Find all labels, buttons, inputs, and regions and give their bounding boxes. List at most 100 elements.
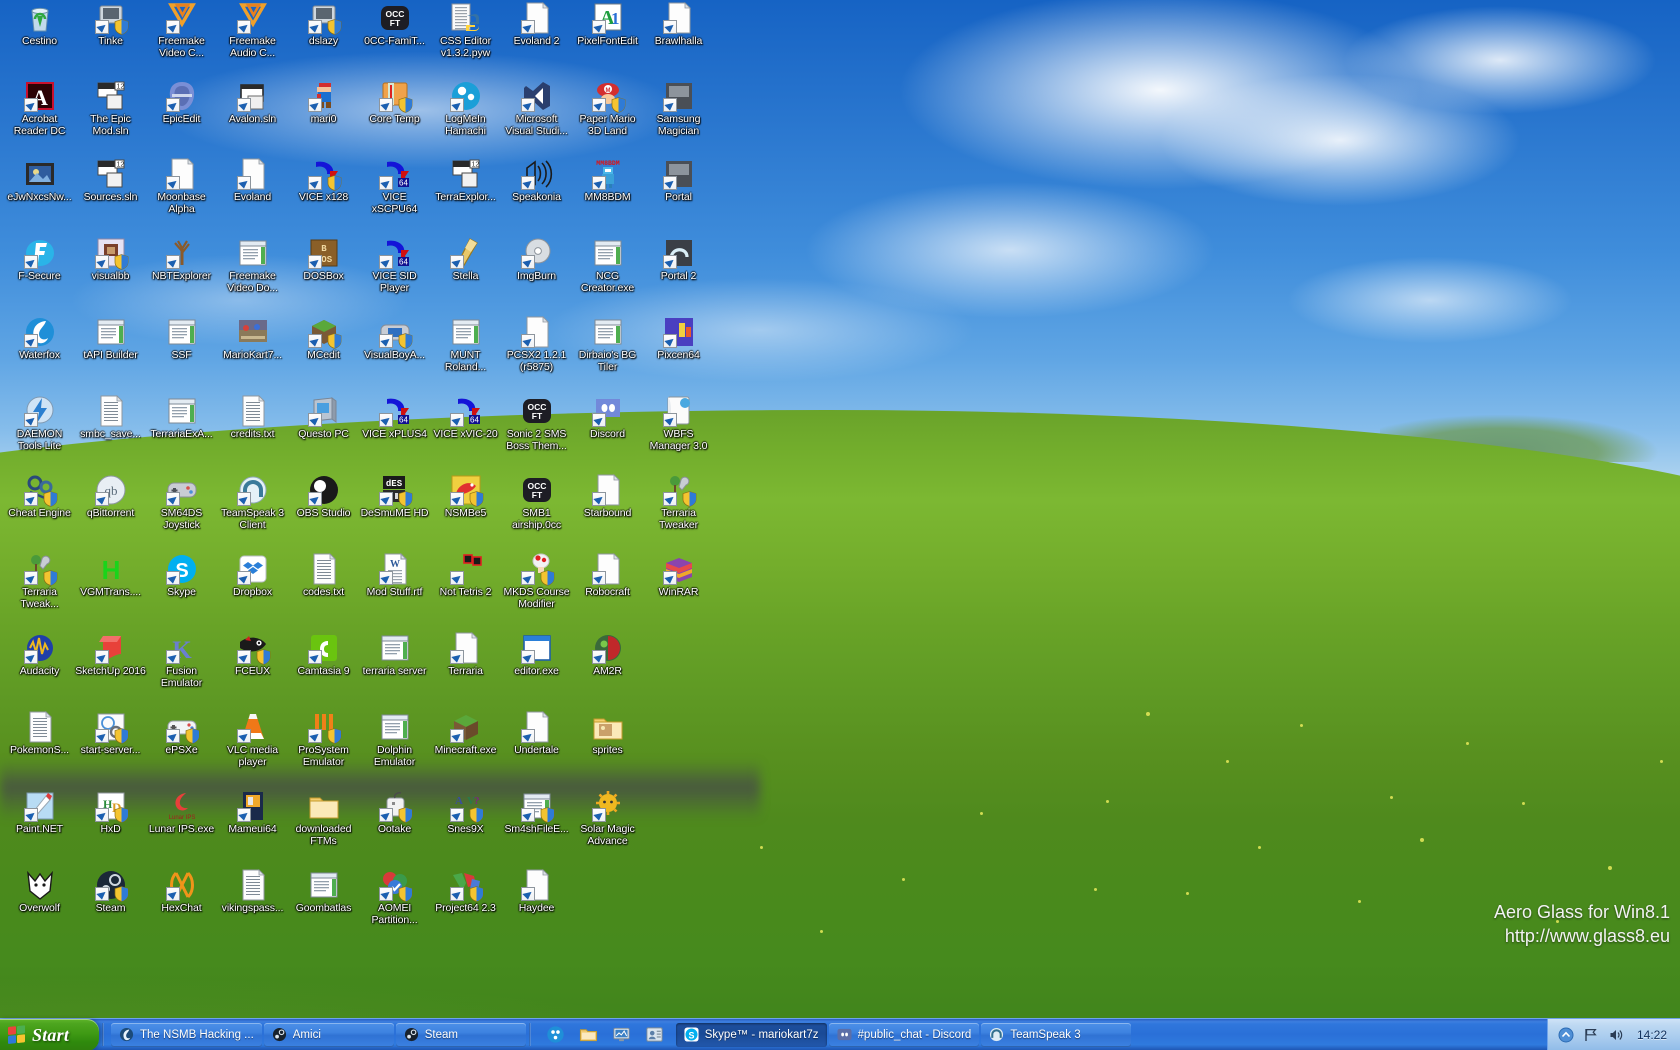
desktop-icon[interactable]: Lunar IPSLunar IPS.exe [146,790,217,836]
desktop-icon[interactable]: Samsung Magician [643,80,714,137]
desktop-icon[interactable]: dslazy [288,2,359,48]
desktop-icon[interactable]: Freemake Audio C... [217,2,288,59]
desktop-icon[interactable]: VisualBoyA... [359,316,430,362]
desktop-icon[interactable]: Waterfox [4,316,75,362]
desktop-icon[interactable]: 64VICE xSCPU64 [359,158,430,215]
desktop-icon[interactable]: DAEMON Tools Lite [4,395,75,452]
desktop-icon[interactable]: SSF [146,316,217,362]
desktop-icon[interactable]: Overwolf [4,869,75,915]
desktop-icon[interactable]: AV?Snes9X [430,790,501,836]
desktop-icon[interactable]: Dolphin Emulator [359,711,430,768]
desktop-icon[interactable]: mari0 [288,80,359,126]
desktop-icon[interactable]: visualbb [75,237,146,283]
desktop-icon[interactable]: MPaper Mario 3D Land [572,80,643,137]
desktop-icon[interactable]: MKDS Course Modifier [501,553,572,610]
desktop-icon[interactable]: 12TerraExplor... [430,158,501,204]
desktop-icon[interactable]: MUNT Roland... [430,316,501,373]
desktop-icon[interactable]: 64VICE xVIC-20 [430,395,501,441]
desktop-icon[interactable]: CSS Editor v1.3.2.pyw [430,2,501,59]
desktop-icon[interactable]: Terraria [430,632,501,678]
desktop-icon[interactable]: 64VICE xPLUS4 [359,395,430,441]
desktop-icon[interactable]: TeamSpeak 3 Client [217,474,288,531]
speaker-icon[interactable] [1608,1027,1624,1043]
desktop-icon[interactable]: start-server... [75,711,146,757]
desktop-icon[interactable]: Audacity [4,632,75,678]
desktop-icon[interactable]: tAPI Builder [75,316,146,362]
desktop-icon[interactable]: SM64DS Joystick [146,474,217,531]
desktop-icon[interactable]: ePSXe [146,711,217,757]
folder-icon[interactable] [579,1025,598,1044]
desktop-icon[interactable]: MarioKart7... [217,316,288,362]
desktop-icon[interactable]: A1PixelFontEdit [572,2,643,48]
desktop-icon[interactable]: 12The Epic Mod.sln [75,80,146,137]
desktop-icon[interactable]: dESDeSmuME HD [359,474,430,520]
desktop-icon[interactable]: Avalon.sln [217,80,288,126]
desktop-icon[interactable]: AOMEI Partition... [359,869,430,926]
desktop-icon[interactable]: editor.exe [501,632,572,678]
taskbar-task-button[interactable]: TeamSpeak 3 [981,1023,1131,1047]
desktop-icon[interactable]: Questo PC [288,395,359,441]
desktop-icon[interactable]: AAcrobat Reader DC [4,80,75,137]
desktop-icon[interactable]: Paint.NET [4,790,75,836]
desktop-icon[interactable]: WMod Stuff.rtf [359,553,430,599]
desktop-icon[interactable]: eJwNxcsNw... [4,158,75,204]
desktop-icon[interactable]: codes.txt [288,553,359,599]
desktop-icon[interactable]: Evoland 2 [501,2,572,48]
desktop-icon[interactable]: Steam [75,869,146,915]
desktop-icon[interactable]: VICE x128 [288,158,359,204]
desktop-icon[interactable]: Goombatlas [288,869,359,915]
desktop-icon[interactable]: TerrariaExA... [146,395,217,441]
desktop-icon[interactable]: Freemake Video Do... [217,237,288,294]
desktop-icon[interactable]: F-Secure [4,237,75,283]
desktop-icon[interactable]: HVGMTrans.... [75,553,146,599]
desktop-icon[interactable]: MM8BDMMM8BDM [572,158,643,204]
desktop-icon[interactable]: OCCFT0CC-FamiT... [359,2,430,48]
desktop-icon[interactable]: Dirbaio's BG Tiler [572,316,643,373]
desktop-icon[interactable]: Sm4shFileE... [501,790,572,836]
clock[interactable]: 14:22 [1633,1028,1671,1042]
desktop-icon[interactable]: Dropbox [217,553,288,599]
desktop-icon[interactable]: OCCFTSonic 2 SMS Boss Them... [501,395,572,452]
monitor-icon[interactable] [612,1025,631,1044]
taskbar-task-button[interactable]: Steam [396,1023,526,1047]
desktop-icon[interactable]: Robocraft [572,553,643,599]
desktop-icon[interactable]: Terraria Tweak... [4,553,75,610]
desktop-icon[interactable]: PCSX2 1.2.1 (r5875) [501,316,572,373]
desktop-icon[interactable]: PokemonS... [4,711,75,757]
desktop-icon[interactable]: sprites [572,711,643,757]
desktop-icon[interactable]: 64VICE SID Player [359,237,430,294]
desktop-icon[interactable]: VLC media player [217,711,288,768]
desktop-icon[interactable]: Ootake [359,790,430,836]
desktop-icon[interactable]: Core Temp [359,80,430,126]
desktop-icon[interactable]: Project64 2.3 [430,869,501,915]
desktop-icon[interactable]: Starbound [572,474,643,520]
desktop-icon[interactable]: 12Sources.sln [75,158,146,204]
desktop-icon[interactable]: SketchUp 2016 [75,632,146,678]
desktop-icon[interactable]: downloaded FTMs [288,790,359,847]
desktop-icon[interactable]: KFusion Emulator [146,632,217,689]
desktop-icon[interactable]: Terraria Tweaker [643,474,714,531]
desktop-icon[interactable]: SSkype [146,553,217,599]
desktop-icon[interactable]: Speakonia [501,158,572,204]
desktop-icon[interactable]: NBTExplorer [146,237,217,283]
taskbar-task-button[interactable]: The NSMB Hacking ... [111,1023,262,1047]
desktop-icon[interactable]: AM2R [572,632,643,678]
desktop-icon[interactable]: ProSystem Emulator [288,711,359,768]
desktop-icon[interactable]: credits.txt [217,395,288,441]
desktop-icon[interactable]: WBFS Manager 3.0 [643,395,714,452]
desktop-icon[interactable]: Portal 2 [643,237,714,283]
desktop-icon[interactable]: Portal [643,158,714,204]
desktop-icon[interactable]: HexChat [146,869,217,915]
desktop-icon[interactable]: Not Tetris 2 [430,553,501,599]
desktop-icon[interactable]: Cheat Engine [4,474,75,520]
desktop-icon[interactable]: Solar Magic Advance [572,790,643,847]
desktop-icon[interactable]: Evoland [217,158,288,204]
desktop-icon[interactable]: EpicEdit [146,80,217,126]
desktop-icon[interactable]: Microsoft Visual Studi... [501,80,572,137]
desktop-icon[interactable]: qbqBittorrent [75,474,146,520]
desktop-icon[interactable]: FCEUX [217,632,288,678]
desktop-icon[interactable]: Freemake Video C... [146,2,217,59]
desktop-icon[interactable]: smbc_save... [75,395,146,441]
desktop-icon[interactable]: MCedit [288,316,359,362]
desktop-icon[interactable]: LogMeIn Hamachi [430,80,501,137]
